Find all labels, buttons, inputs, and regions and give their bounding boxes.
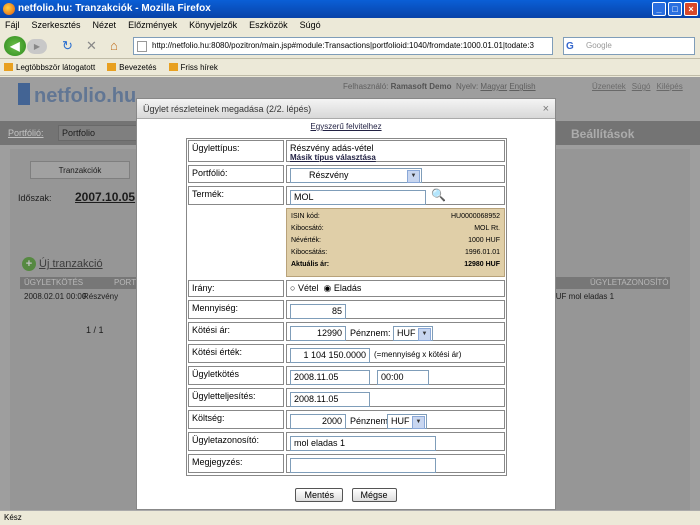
cost-input[interactable]: 2000: [290, 414, 346, 429]
price-label: Kötési ár:: [188, 322, 284, 341]
product-label: Termék:: [188, 186, 284, 205]
transaction-form: Ügylettípus: Részvény adás-vétel Másik t…: [186, 138, 507, 476]
bookmark-news[interactable]: Friss hírek: [169, 59, 218, 75]
currency-label: Pénznem:: [350, 328, 391, 338]
search-icon[interactable]: 🔍: [431, 188, 446, 202]
cost-label: Költség:: [188, 410, 284, 429]
settlement-date-input[interactable]: 2008.11.05: [290, 392, 370, 407]
quantity-label: Mennyiség:: [188, 300, 284, 319]
browser-titlebar: netfolio.hu: Tranzakciók - Mozilla Firef…: [0, 0, 700, 18]
deal-label: Ügyletkötés: [188, 366, 284, 385]
info-nominal: Névérték: 1000 HUF: [291, 237, 500, 244]
info-isin: ISIN kód: HU0000068952: [291, 213, 500, 220]
info-current-price: Aktuális ár: 12980 HUF: [291, 261, 500, 268]
value-note: (=mennyiség x kötési ár): [374, 350, 462, 359]
radio-sell[interactable]: ◉ Eladás: [323, 283, 361, 293]
save-button[interactable]: Mentés: [295, 488, 343, 502]
deal-date-input[interactable]: 2008.11.05: [290, 370, 370, 385]
quantity-input[interactable]: 85: [290, 304, 346, 319]
id-label: Ügyletazonosító:: [188, 432, 284, 451]
window-controls: _ □ ×: [652, 2, 698, 16]
firefox-icon: [3, 3, 15, 15]
portfolio-field-label: Portfólió:: [188, 165, 284, 183]
portfolio-dropdown[interactable]: Részvény: [290, 168, 422, 183]
cancel-button[interactable]: Mégse: [351, 488, 397, 502]
close-icon[interactable]: ×: [543, 99, 549, 119]
product-input[interactable]: MOL: [290, 190, 426, 205]
type-label: Ügylettípus:: [188, 140, 284, 162]
menu-bar: Fájl Szerkesztés Nézet Előzmények Könyvj…: [0, 18, 700, 33]
price-input[interactable]: 12990: [290, 326, 346, 341]
info-issuer: Kibocsátó: MOL Rt.: [291, 225, 500, 232]
url-text: http://netfolio.hu:8080/pozitron/main.js…: [152, 41, 534, 50]
bookmarks-toolbar: Legtöbbször látogatott Bevezetés Friss h…: [0, 59, 700, 76]
value-label: Kötési érték:: [188, 344, 284, 363]
status-bar: Kész: [0, 510, 700, 525]
transaction-dialog: Ügylet részleteinek megadása (2/2. lépés…: [136, 98, 556, 510]
info-issue-date: Kibocsátás: 1996.01.01: [291, 249, 500, 256]
note-input[interactable]: [290, 458, 436, 473]
change-type-link[interactable]: Másik típus választása: [290, 153, 501, 162]
stop-icon[interactable]: ✕: [86, 38, 97, 54]
cost-currency-dropdown[interactable]: HUF: [387, 414, 427, 429]
url-bar[interactable]: http://netfolio.hu:8080/pozitron/main.js…: [133, 37, 553, 55]
forward-button[interactable]: ▶: [27, 39, 47, 54]
radio-buy[interactable]: ○ Vétel: [290, 283, 318, 293]
bookmark-most-visited[interactable]: Legtöbbször látogatott: [4, 59, 95, 75]
dialog-title: Ügylet részleteinek megadása (2/2. lépés…: [143, 104, 312, 114]
dialog-buttons: Mentés Mégse: [137, 488, 555, 502]
security-info-box: ISIN kód: HU0000068952 Kibocsátó: MOL Rt. …: [286, 208, 505, 277]
menu-bookmarks[interactable]: Könyvjelzők: [189, 18, 237, 33]
menu-history[interactable]: Előzmények: [128, 18, 177, 33]
type-value: Részvény adás-vétel: [290, 143, 374, 153]
menu-edit[interactable]: Szerkesztés: [32, 18, 81, 33]
maximize-button[interactable]: □: [668, 2, 682, 16]
close-button[interactable]: ×: [684, 2, 698, 16]
reload-icon[interactable]: ↻: [62, 38, 73, 54]
minimize-button[interactable]: _: [652, 2, 666, 16]
search-box[interactable]: G Google: [563, 37, 695, 55]
direction-label: Irány:: [188, 280, 284, 297]
deal-time-input[interactable]: 00:00: [377, 370, 429, 385]
google-icon: G: [566, 41, 574, 52]
dialog-title-bar: Ügylet részleteinek megadása (2/2. lépés…: [137, 99, 555, 119]
cost-currency-label: Pénznem:: [350, 416, 391, 426]
note-label: Megjegyzés:: [188, 454, 284, 473]
bookmark-intro[interactable]: Bevezetés: [107, 59, 156, 75]
navigation-toolbar: ◀ ▶ ↻ ✕ ⌂ http://netfolio.hu:8080/pozitr…: [0, 33, 700, 59]
menu-file[interactable]: Fájl: [5, 18, 20, 33]
page-icon: [137, 41, 147, 52]
menu-tools[interactable]: Eszközök: [249, 18, 288, 33]
search-placeholder: Google: [586, 41, 612, 50]
menu-view[interactable]: Nézet: [93, 18, 117, 33]
value-input[interactable]: 1 104 150.0000: [290, 348, 370, 363]
price-currency-dropdown[interactable]: HUF: [393, 326, 433, 341]
home-icon[interactable]: ⌂: [110, 38, 118, 54]
id-input[interactable]: mol eladas 1: [290, 436, 436, 451]
menu-help[interactable]: Súgó: [300, 18, 321, 33]
window-title: netfolio.hu: Tranzakciók - Mozilla Firef…: [18, 3, 211, 14]
simple-entry-link[interactable]: Egyszerű felvitelhez: [137, 122, 555, 131]
back-button[interactable]: ◀: [4, 36, 26, 56]
settlement-label: Ügyletteljesítés:: [188, 388, 284, 407]
